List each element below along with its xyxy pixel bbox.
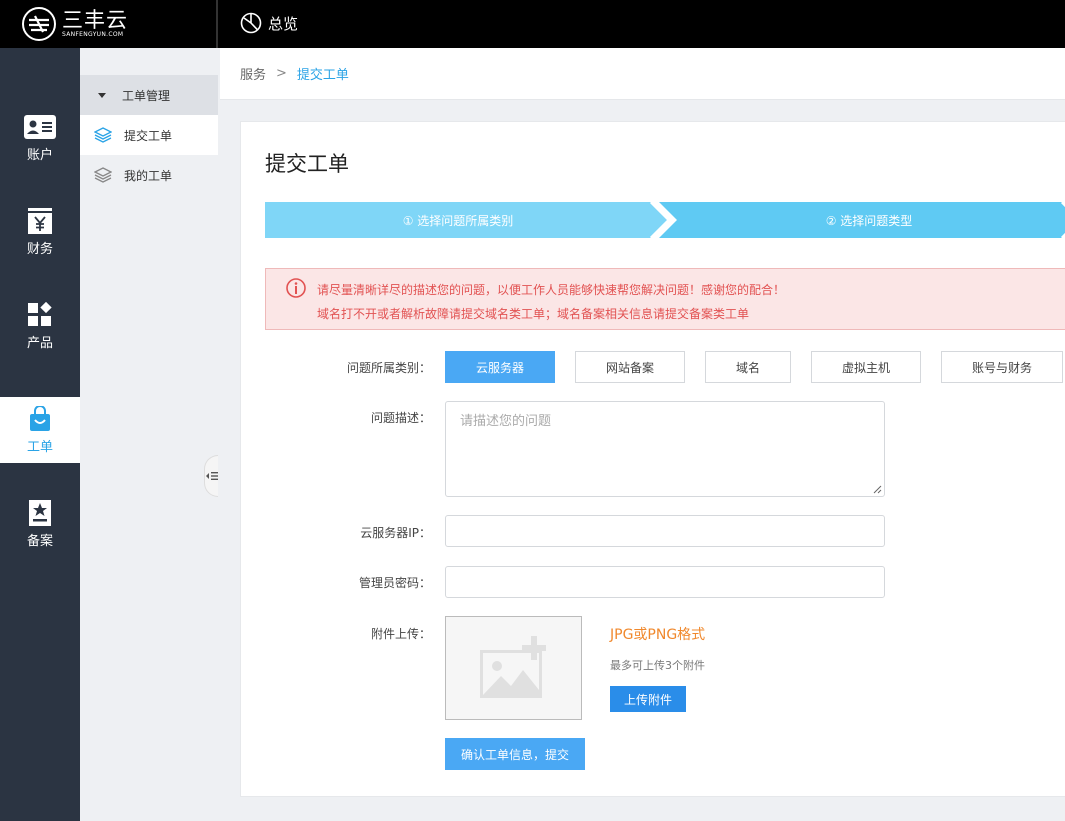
top-bar: 三丰云 SANFENGYUN.COM 总览 (0, 0, 1065, 48)
alert-line-2: 域名打不开或者解析故障请提交域名类工单；域名备案相关信息请提交备案类工单 (317, 307, 750, 321)
alert-line-1: 请尽量清晰详尽的描述您的问题，以便工作人员能够快速帮您解决问题！感谢您的配合！ (317, 283, 786, 297)
finance-yen-icon (24, 207, 56, 234)
description-label: 问题描述： (370, 411, 431, 425)
resize-grip-icon[interactable] (873, 485, 882, 494)
breadcrumb-separator: > (276, 66, 287, 81)
overview-chart-icon (240, 12, 262, 34)
breadcrumb: 服务 > 提交工单 (220, 48, 1065, 100)
submit-ticket-panel: 提交工单 ① 选择问题所属类别 ② 选择问题类型 请尽量清晰详尽的描述您的问题，… (240, 121, 1065, 797)
page-title: 提交工单 (265, 152, 349, 176)
sidebar-item-account[interactable]: 账户 (0, 105, 80, 171)
sidebar-item-label: 财务 (26, 241, 53, 257)
sidebar-item-label: 产品 (26, 335, 53, 351)
subnav-item-label: 我的工单 (124, 168, 173, 183)
brand-domain: SANFENGYUN.COM (62, 31, 124, 38)
sidebar-item-finance[interactable]: 财务 (0, 199, 80, 265)
layers-icon (94, 127, 112, 143)
admin-password-input[interactable] (445, 566, 885, 598)
breadcrumb-current: 提交工单 (296, 68, 349, 83)
subnav-item-my-tickets[interactable]: 我的工单 (80, 155, 218, 195)
attachment-format-text: JPG或PNG格式 (610, 627, 706, 643)
add-image-icon (479, 636, 546, 698)
breadcrumb-root[interactable]: 服务 (240, 64, 266, 83)
brand-name: 三丰云 (62, 8, 128, 32)
logo-mark-icon (22, 7, 56, 41)
subnav-heading-label: 工单管理 (122, 88, 171, 103)
category-website-record-button[interactable]: 网站备案 (575, 351, 685, 383)
ticket-bag-icon (24, 405, 56, 432)
attachment-limit-text: 最多可上传3个附件 (610, 659, 705, 672)
category-cloud-server-button[interactable]: 云服务器 (445, 351, 555, 383)
notice-alert: 请尽量清晰详尽的描述您的问题，以便工作人员能够快速帮您解决问题！感谢您的配合！ … (265, 268, 1065, 330)
subnav-heading[interactable]: 工单管理 (80, 75, 218, 115)
upload-attachment-button[interactable]: 上传附件 (610, 686, 686, 712)
collapse-triangle-icon (98, 92, 106, 98)
sidebar-item-label: 工单 (26, 439, 53, 455)
description-placeholder: 请描述您的问题 (460, 414, 552, 429)
subnav-item-label: 提交工单 (124, 128, 173, 143)
overview-label: 总览 (268, 14, 299, 33)
overview-nav[interactable]: 总览 (240, 12, 298, 34)
main-sidebar: 账户 财务 产品 工单 备案 (0, 48, 80, 821)
sidebar-collapse-button[interactable] (204, 455, 218, 497)
category-account-finance-button[interactable]: 账号与财务 (941, 351, 1063, 383)
subnav-item-submit-ticket[interactable]: 提交工单 (80, 115, 218, 155)
server-ip-label: 云服务器IP： (360, 526, 431, 540)
sidebar-item-label: 账户 (26, 147, 53, 163)
admin-password-label: 管理员密码： (358, 576, 431, 590)
sidebar-item-label: 备案 (26, 533, 53, 549)
layers-icon (94, 167, 112, 183)
description-textarea[interactable]: 请描述您的问题 (445, 401, 885, 497)
account-card-icon (24, 114, 56, 140)
step-2: ② 选择问题类型 (825, 213, 913, 228)
product-grid-icon (24, 301, 56, 328)
attachment-dropzone[interactable] (445, 616, 582, 720)
collapse-arrow-icon (205, 472, 218, 480)
record-star-icon (24, 499, 56, 526)
sidebar-item-ticket[interactable]: 工单 (0, 397, 80, 463)
brand-logo[interactable]: 三丰云 SANFENGYUN.COM (0, 0, 218, 48)
server-ip-input[interactable] (445, 515, 885, 547)
sidebar-item-product[interactable]: 产品 (0, 293, 80, 359)
info-circle-icon (286, 278, 306, 301)
submit-ticket-button[interactable]: 确认工单信息，提交 (445, 738, 585, 770)
category-label: 问题所属类别： (346, 361, 431, 375)
category-domain-button[interactable]: 域名 (705, 351, 791, 383)
attachment-label: 附件上传： (370, 627, 431, 641)
ticket-subnav: 工单管理 提交工单 我的工单 (80, 48, 218, 821)
step-progress: ① 选择问题所属类别 ② 选择问题类型 (265, 202, 1065, 238)
step-1: ① 选择问题所属类别 (402, 213, 514, 228)
sidebar-item-record[interactable]: 备案 (0, 491, 80, 557)
category-virtual-host-button[interactable]: 虚拟主机 (811, 351, 921, 383)
